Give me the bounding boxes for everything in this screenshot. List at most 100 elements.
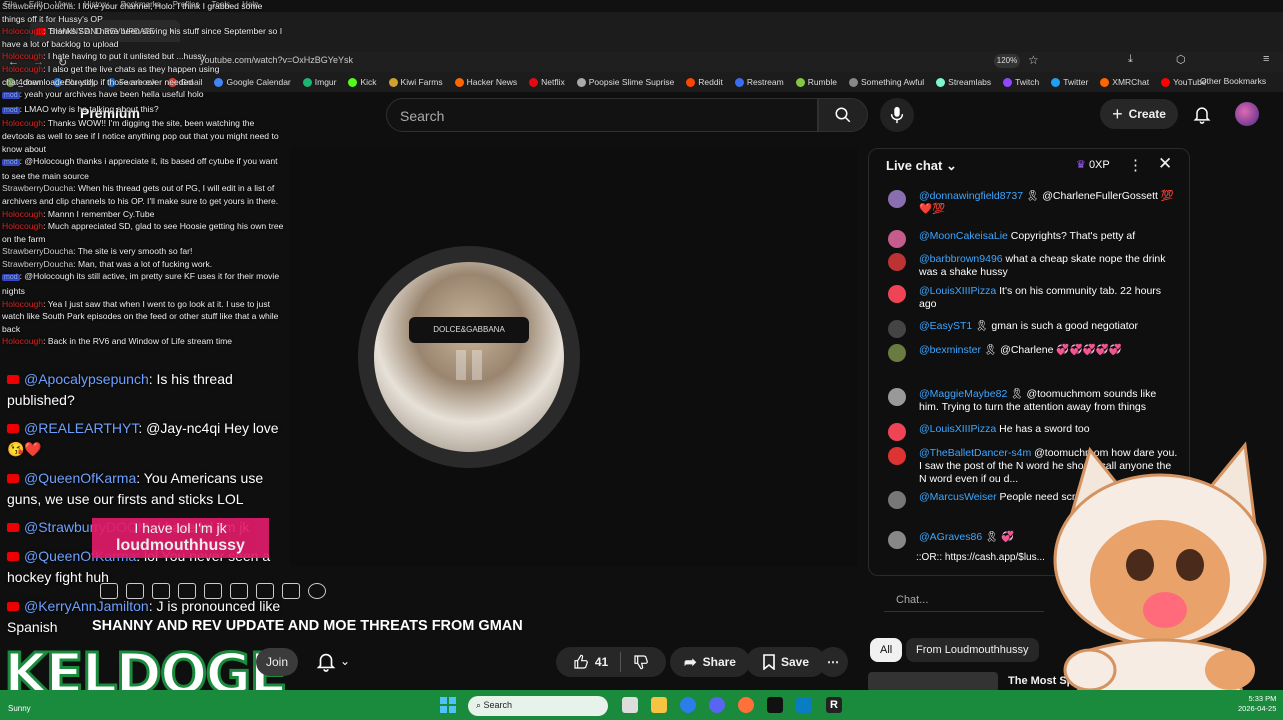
account-avatar[interactable] [1235,102,1259,126]
taskbar-search[interactable]: ⌕ Search [468,696,608,716]
overlay-chat-line: mod: @Holocough thanks i appreciate it, … [2,156,278,181]
clapper-icon[interactable] [178,583,196,599]
live-chat-message[interactable]: @barbbrown9496 what a cheap skate nope t… [888,253,1178,279]
captions-icon[interactable] [152,583,170,599]
subscribed-bell-icon[interactable] [314,650,338,672]
thumbs-down-icon[interactable] [633,654,649,670]
obs-icon[interactable] [767,697,783,713]
search-input[interactable]: Search [386,98,818,132]
chat-author[interactable]: @LouisXIIIPizza [919,285,996,297]
pause-icon [456,350,482,380]
xp-badge[interactable]: ♛ 0XP [1076,158,1110,171]
firefox-icon[interactable] [738,697,754,713]
live-chat-message[interactable]: @EasyST1 🎗 gman is such a good negotiato… [888,320,1178,338]
notifications-bell-icon[interactable] [1192,104,1212,124]
bookmark-imgur[interactable]: Imgur [302,77,336,87]
share-button[interactable]: ➦ Share [670,647,750,677]
file-explorer-icon[interactable] [651,697,667,713]
create-button[interactable]: + Create [1100,99,1178,129]
overlay-chat-line: mod: yeah your archives have been hella … [2,89,204,100]
chat-avatar[interactable] [888,190,906,208]
chat-author[interactable]: @AGraves86 [919,531,982,543]
star-icon[interactable]: ☆ [1028,53,1039,67]
chat-avatar[interactable] [888,531,906,549]
live-chat-message[interactable]: @bexminster 🎗 @Charlene 💞💞💞💞💞 [888,344,1178,362]
chat-avatar[interactable] [888,320,906,338]
like-button[interactable]: 41 [573,654,608,670]
bookmark-kiwi-farms[interactable]: Kiwi Farms [388,77,443,87]
chat-avatar[interactable] [888,388,906,406]
chat-link[interactable]: ::OR:: https://cash.app/$lus... [916,552,1045,563]
chat-avatar[interactable] [888,253,906,271]
bookmark-netflix[interactable]: Netflix [529,77,565,87]
settings-gear-icon[interactable] [308,583,326,599]
bookmark-twitch[interactable]: Twitch [1003,77,1039,87]
overlay-chat-text: Yea I just saw that when I went to go lo… [2,298,279,334]
chat-author[interactable]: @EasyST1 [919,320,972,332]
zoom-level[interactable]: 120% [994,54,1020,68]
chat-author[interactable]: @MaggieMaybe82 [919,388,1007,400]
bookmark-twitter[interactable]: Twitter [1051,77,1088,87]
close-icon[interactable]: ✕ [1158,154,1172,174]
menu-icon[interactable]: ≡ [1263,53,1269,65]
download-icon[interactable]: ⤓ [1128,53,1133,66]
search-icon: ⌕ [476,700,484,710]
search-icon [835,107,851,123]
miniplayer-icon[interactable] [204,583,222,599]
add-icon[interactable] [256,583,274,599]
audio-icon[interactable] [126,583,144,599]
chat-author[interactable]: @TheBalletDancer-s4m [919,447,1031,459]
discord-icon[interactable] [709,697,725,713]
camera-icon[interactable] [282,583,300,599]
chat-author[interactable]: @bexminster [919,344,981,356]
bookmark-poopsie-slime-suprise[interactable]: Poopsie Slime Suprise [576,77,674,87]
loop-icon[interactable] [100,583,118,599]
app-icon[interactable] [796,697,812,713]
chat-author[interactable]: @LouisXIIIPizza [919,423,996,435]
bookmark-restream[interactable]: Restream [734,77,784,87]
overlay-chat-user: Holocough [2,26,44,37]
join-button[interactable]: Join [256,648,298,676]
filter-chip-from-channel[interactable]: From Loudmouthhussy [906,638,1039,662]
save-button[interactable]: Save [746,647,826,677]
filter-chip-all[interactable]: All [870,638,903,662]
live-chat-message[interactable]: @LouisXIIIPizza It's on his community ta… [888,285,1178,311]
chat-avatar[interactable] [888,230,906,248]
restream-icon[interactable]: R [826,697,842,713]
taskbar-clock[interactable]: 5:33 PM 2026-04-25 [1238,694,1276,714]
chat-avatar[interactable] [888,344,906,362]
bookmark-reddit[interactable]: Reddit [686,77,723,87]
chat-author[interactable]: @MarcusWeiser [919,491,997,503]
more-actions-button[interactable]: ⋯ [818,647,848,677]
live-chat-message[interactable]: @donnawingfield8737 🎗 @CharleneFullerGos… [888,190,1178,216]
bookmark-something-awful[interactable]: Something Awful [848,77,924,87]
live-chat-title[interactable]: Live chat ⌄ [886,158,957,174]
weather-widget[interactable]: Sunny [8,704,31,713]
chat-author[interactable]: @barbbrown9496 [919,253,1003,265]
live-chat-message[interactable]: @MaggieMaybe82 🎗 @toomuchmom sounds like… [888,388,1178,414]
url-field[interactable]: youtube.com/watch?v=OxHzBGYeYsk [200,55,960,69]
chat-input[interactable]: Chat... [884,590,1044,612]
windows-start-icon[interactable] [440,697,456,713]
search-button[interactable] [818,98,868,132]
live-chat-message[interactable]: @MoonCakeisaLie Copyrights? That's petty… [888,230,1178,248]
chat-avatar[interactable] [888,447,906,465]
chat-avatar[interactable] [888,423,906,441]
bookmark-hacker-news[interactable]: Hacker News [454,77,517,87]
task-view-icon[interactable] [622,697,638,713]
more-vertical-icon[interactable]: ⋮ [1128,156,1143,174]
chevron-down-icon[interactable]: ⌄ [340,654,354,668]
chat-author[interactable]: @MoonCakeisaLie [919,230,1008,242]
bookmark-rumble[interactable]: Rumble [795,77,837,87]
other-bookmarks[interactable]: Other Bookmarks [1200,76,1266,86]
chat-author[interactable]: @donnawingfield8737 [919,190,1023,202]
chat-avatar[interactable] [888,285,906,303]
extension-icon[interactable]: ⬡ [1176,53,1186,66]
bookmark-xmrchat[interactable]: XMRChat [1100,77,1149,87]
speed-icon[interactable] [230,583,248,599]
bookmark-kick[interactable]: Kick [348,77,377,87]
chat-avatar[interactable] [888,491,906,509]
bookmark-streamlabs[interactable]: Streamlabs [936,77,991,87]
edge-icon[interactable] [680,697,696,713]
voice-search-button[interactable] [880,98,914,132]
